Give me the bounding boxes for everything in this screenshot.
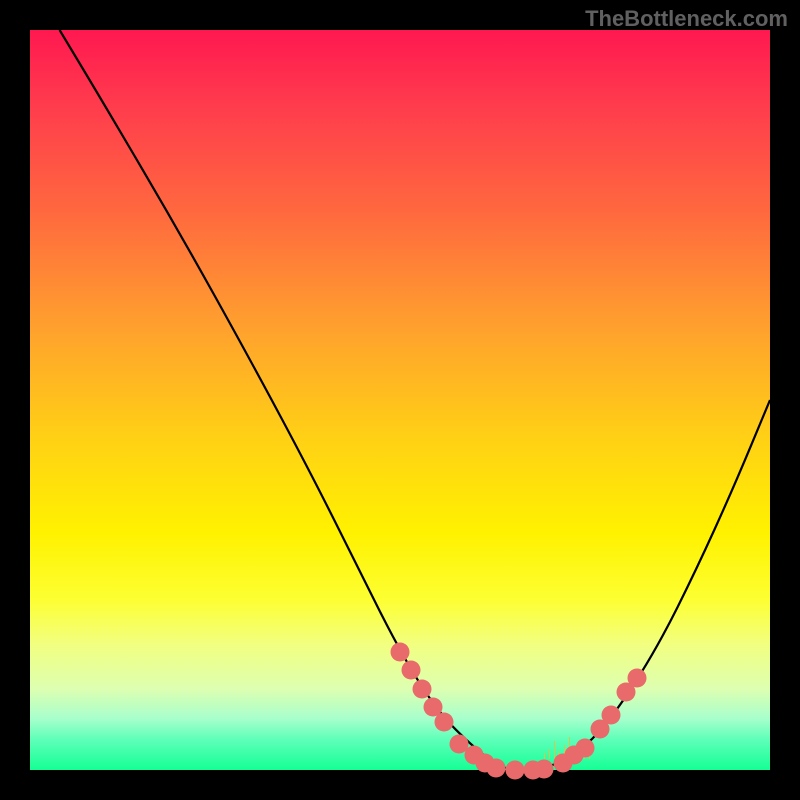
data-marker xyxy=(505,761,524,780)
watermark-text: TheBottleneck.com xyxy=(585,6,788,32)
data-marker xyxy=(391,642,410,661)
data-marker xyxy=(435,712,454,731)
plot-area xyxy=(30,30,770,770)
data-marker xyxy=(601,705,620,724)
bottleneck-curve xyxy=(60,30,770,770)
data-marker xyxy=(402,661,421,680)
data-marker xyxy=(576,738,595,757)
data-marker xyxy=(627,668,646,687)
data-marker xyxy=(413,679,432,698)
data-marker xyxy=(535,759,554,778)
data-marker xyxy=(487,758,506,777)
noise-spike xyxy=(549,749,550,759)
